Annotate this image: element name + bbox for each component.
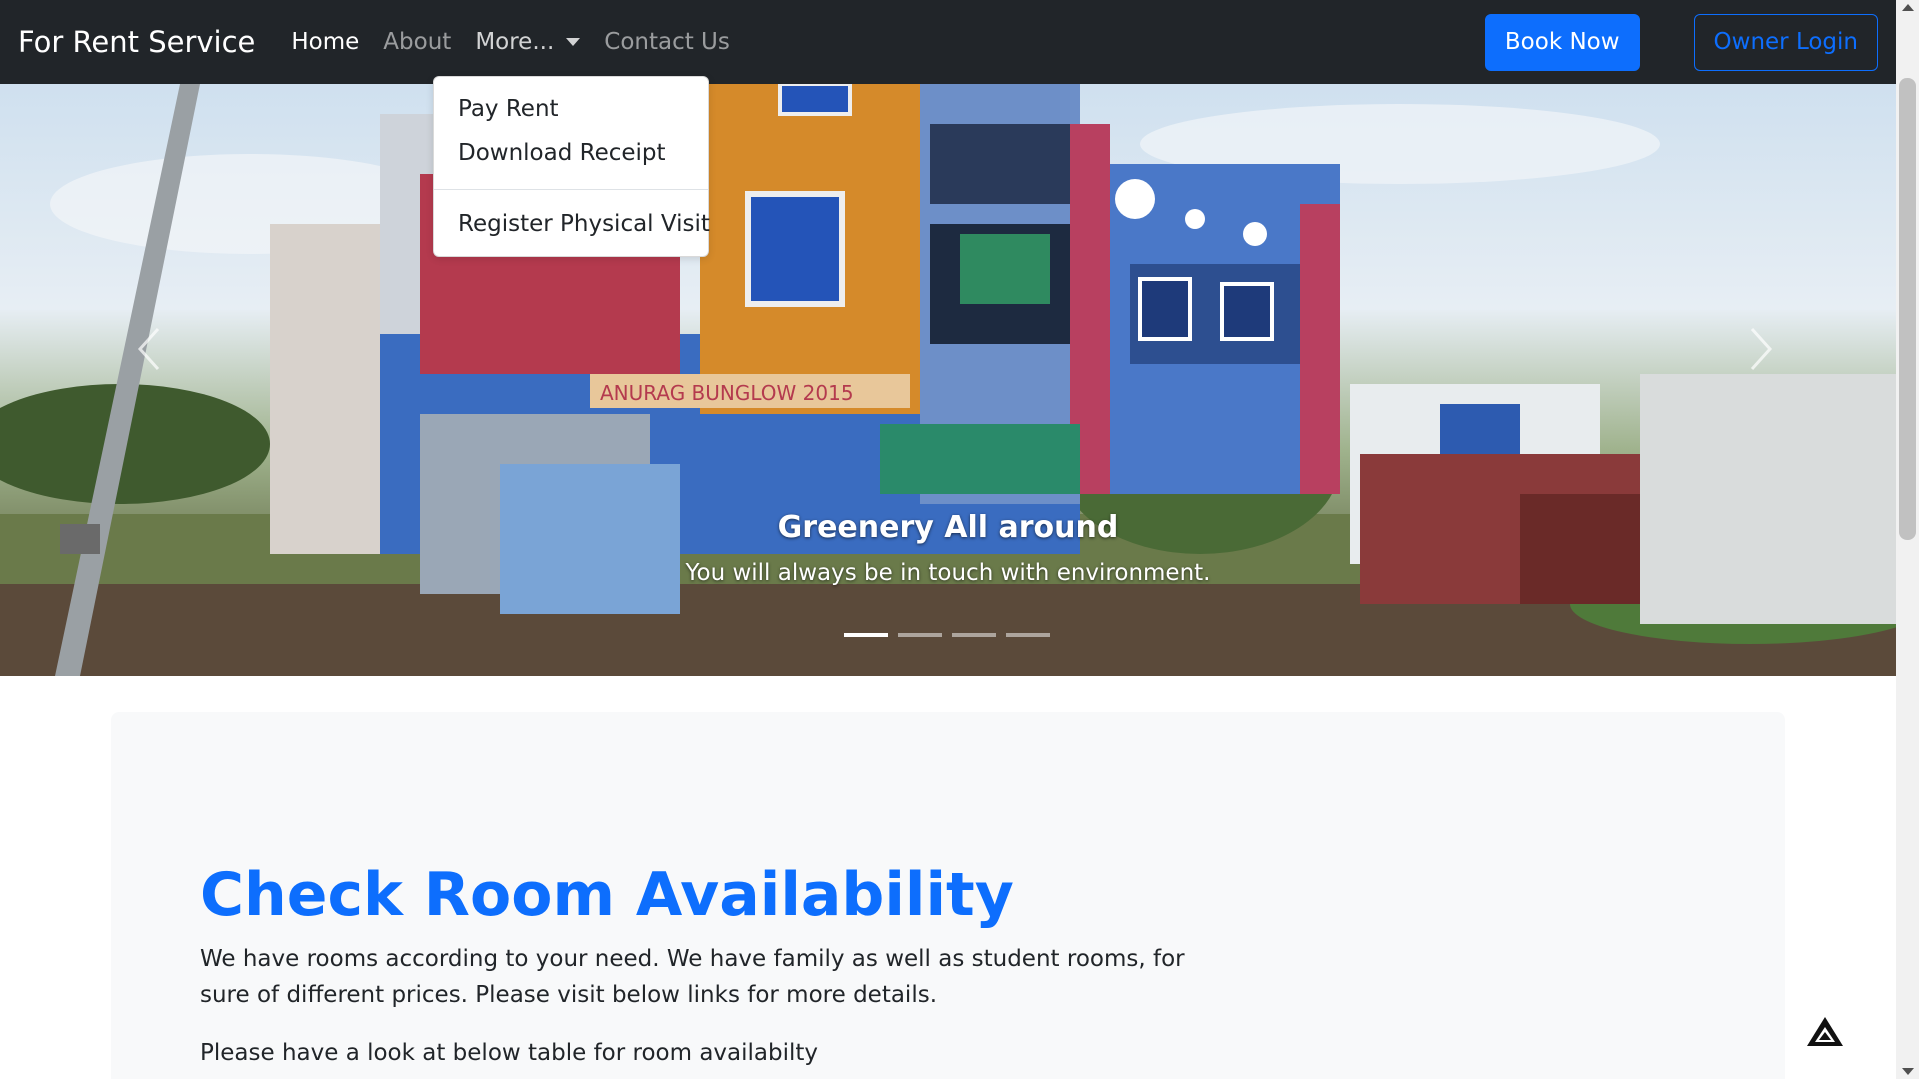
page-title: Check Room Availability: [200, 860, 1014, 930]
carousel-indicator[interactable]: [1006, 633, 1050, 637]
page-scrollbar[interactable]: [1896, 0, 1919, 1079]
owner-login-button[interactable]: Owner Login: [1693, 13, 1878, 71]
nav-more-dropdown[interactable]: More...: [475, 29, 581, 55]
availability-section: Check Room Availability We have rooms ac…: [111, 712, 1785, 1079]
dropdown-item-download-receipt[interactable]: Download Receipt: [434, 131, 708, 175]
hero-carousel: ANURAG BUNGLOW 2015 Greenery All around …: [0, 84, 1896, 676]
scrollbar-thumb[interactable]: [1899, 78, 1916, 540]
nav-home[interactable]: Home: [291, 29, 359, 55]
carousel-indicator[interactable]: [844, 633, 888, 637]
chevron-right-icon[interactable]: [1740, 324, 1780, 374]
brand-logo[interactable]: For Rent Service: [18, 25, 255, 59]
dropdown-divider: [434, 189, 708, 190]
carousel-indicators: [844, 633, 1050, 637]
nav-about[interactable]: About: [383, 29, 451, 55]
caption-text: You will always be in touch with environ…: [685, 560, 1211, 586]
more-dropdown-menu: Pay Rent Download Receipt Register Physi…: [433, 76, 710, 257]
chevron-left-icon[interactable]: [130, 324, 170, 374]
dropdown-item-register-visit[interactable]: Register Physical Visit: [434, 202, 710, 246]
nav-contact[interactable]: Contact Us: [604, 29, 730, 55]
navbar: For Rent Service Home About More... Cont…: [0, 0, 1896, 84]
book-now-button[interactable]: Book Now: [1484, 13, 1640, 71]
section-lead-text: We have rooms according to your need. We…: [200, 946, 1185, 1008]
carousel-indicator[interactable]: [898, 633, 942, 637]
triangle-up-icon[interactable]: [1805, 1015, 1845, 1049]
carousel-image: ANURAG BUNGLOW 2015: [0, 84, 1896, 676]
caption-title: Greenery All around: [777, 510, 1119, 545]
scroll-down-arrow-icon[interactable]: [1902, 1068, 1914, 1075]
dropdown-item-pay-rent[interactable]: Pay Rent: [434, 87, 708, 131]
scroll-up-arrow-icon[interactable]: [1902, 4, 1914, 11]
carousel-indicator[interactable]: [952, 633, 996, 637]
section-sub-text: Please have a look at below table for ro…: [200, 1040, 819, 1066]
building-sign-text: ANURAG BUNGLOW 2015: [600, 381, 854, 405]
caret-down-icon: [566, 38, 581, 46]
nav-more-label: More...: [475, 29, 555, 55]
